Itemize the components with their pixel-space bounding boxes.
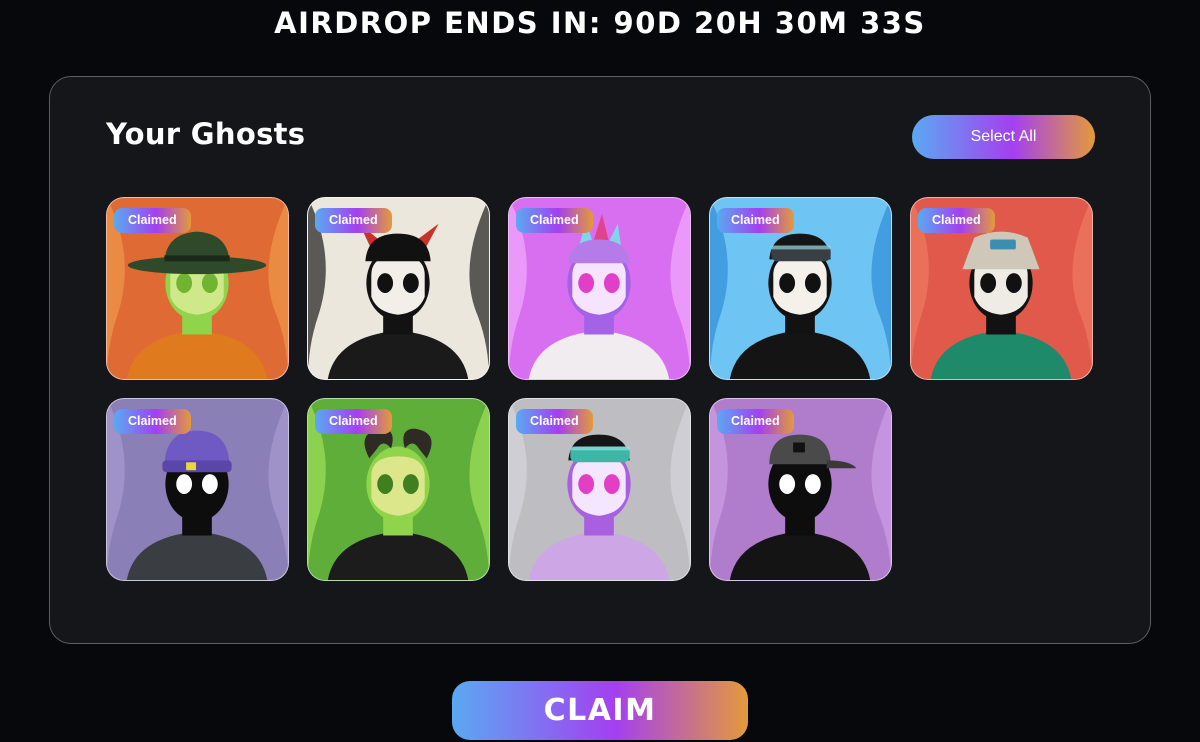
claimed-badge: Claimed <box>114 409 191 434</box>
ghost-card[interactable]: Claimed <box>508 197 691 380</box>
claimed-badge: Claimed <box>516 208 593 233</box>
ghost-card[interactable]: Claimed <box>307 197 490 380</box>
claimed-badge: Claimed <box>516 409 593 434</box>
airdrop-countdown: AIRDROP ENDS IN: 90D 20H 30M 33S <box>274 6 926 40</box>
ghost-card[interactable]: Claimed <box>307 398 490 581</box>
ghost-card[interactable]: Claimed <box>910 197 1093 380</box>
panel-title: Your Ghosts <box>106 117 306 151</box>
claimed-badge: Claimed <box>717 409 794 434</box>
claim-button[interactable]: CLAIM <box>452 681 748 740</box>
ghost-card[interactable]: Claimed <box>709 398 892 581</box>
ghosts-panel: Your Ghosts Select All Claimed Claimed C… <box>49 76 1151 644</box>
claimed-badge: Claimed <box>315 208 392 233</box>
ghost-card[interactable]: Claimed <box>709 197 892 380</box>
ghost-card[interactable]: Claimed <box>106 197 289 380</box>
ghost-card[interactable]: Claimed <box>508 398 691 581</box>
claimed-badge: Claimed <box>114 208 191 233</box>
claimed-badge: Claimed <box>315 409 392 434</box>
ghost-card[interactable]: Claimed <box>106 398 289 581</box>
claimed-badge: Claimed <box>918 208 995 233</box>
select-all-button[interactable]: Select All <box>912 115 1095 159</box>
claimed-badge: Claimed <box>717 208 794 233</box>
ghost-grid: Claimed Claimed Claimed Claimed Claimed … <box>106 197 1093 581</box>
